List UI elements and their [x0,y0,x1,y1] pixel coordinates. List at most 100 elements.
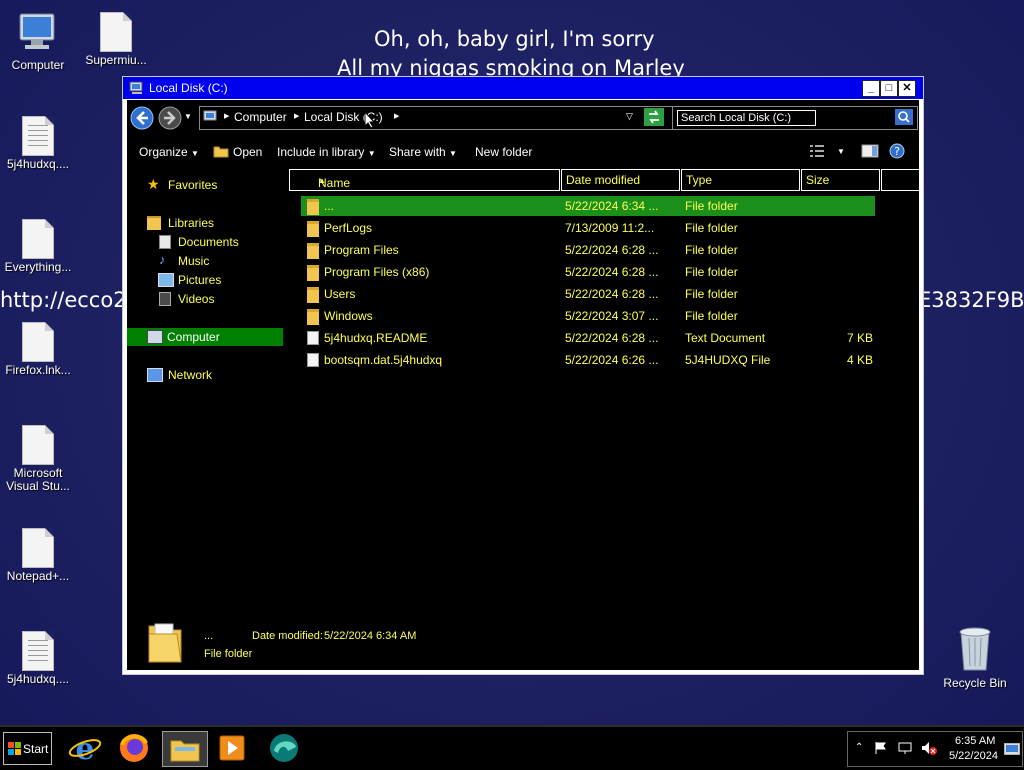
column-header-size[interactable]: Size [801,169,880,191]
file-icon [307,353,319,367]
help-icon[interactable]: ? [889,143,905,159]
table-row[interactable]: Windows 5/22/2024 3:07 ... File folder [301,306,875,326]
nav-computer[interactable]: Computer [127,328,283,346]
recent-pages-chevron-icon[interactable]: ▼ [184,112,192,121]
pictures-icon [158,273,174,287]
file-icon [22,425,54,465]
desktop-icon-supermium[interactable]: Supermiu... [74,12,158,67]
mouse-cursor-icon [364,111,376,129]
desktop-icon-visual-studio[interactable]: Microsoft Visual Stu... [0,425,80,493]
text-file-icon [307,331,319,345]
column-header-date[interactable]: Date modified [561,169,680,191]
music-note-icon: ♪ [159,252,166,267]
desktop-icon-label-line2: Visual Stu... [6,479,70,493]
chevron-right-icon[interactable]: ▶ [224,112,229,120]
internet-explorer-icon[interactable]: e [67,731,103,765]
desktop-icon-notepad[interactable]: Notepad+... [0,528,80,583]
network-icon[interactable] [898,741,912,755]
start-button[interactable]: Start [3,732,52,765]
close-button[interactable]: ✕ [898,80,916,97]
search-icon[interactable] [895,109,913,125]
show-desktop-icon[interactable] [1004,743,1020,755]
file-type: Text Document [685,331,766,345]
nav-libraries[interactable]: Libraries [127,214,287,232]
clock-time[interactable]: 6:35 AM [955,735,995,747]
organize-button[interactable]: Organize ▼ [139,145,199,159]
file-date: 5/22/2024 6:28 ... [565,287,659,301]
table-row[interactable]: ... 5/22/2024 6:34 ... File folder [301,196,875,216]
nav-favorites[interactable]: ★ Favorites [127,176,287,194]
desktop-icon-firefox[interactable]: Firefox.lnk... [0,322,80,377]
address-bar[interactable]: ▶ Computer ▶ Local Disk (C:) ▶ ▽ [199,106,697,130]
taskbar-explorer-button[interactable] [162,731,208,767]
folder-icon [307,287,319,303]
computer-icon [19,13,55,49]
desktop-icon-recycle-bin[interactable]: Recycle Bin [933,624,1017,690]
nav-music[interactable]: ♪ Music [127,252,287,270]
nav-videos[interactable]: Videos [127,290,287,308]
share-label: Share with [389,145,446,159]
desktop-icon-readme-2[interactable]: 5j4hudxq.... [0,631,80,686]
open-button[interactable]: Open [233,145,262,159]
folder-icon [307,221,319,237]
file-name: Program Files [324,243,399,257]
column-header-type[interactable]: Type [681,169,800,191]
table-row[interactable]: Program Files (x86) 5/22/2024 6:28 ... F… [301,262,875,282]
address-dropdown-icon[interactable]: ▽ [626,111,633,122]
chevron-down-icon: ▼ [367,149,376,158]
view-options-icon[interactable] [809,144,825,158]
window-titlebar[interactable]: Local Disk (C:) _ □ ✕ [123,77,923,99]
nav-documents[interactable]: Documents [127,233,287,251]
file-list: Name ▲ Date modified Type Size ... 5/22/… [289,164,920,604]
clock-date[interactable]: 5/22/2024 [949,750,998,762]
new-folder-button[interactable]: New folder [475,145,532,159]
svg-text:?: ? [894,145,900,158]
desktop-icon-computer[interactable]: Computer [0,10,80,72]
breadcrumb-computer[interactable]: Computer [234,110,287,124]
desktop-icon-label: Firefox.lnk... [5,363,71,377]
table-row[interactable]: PerfLogs 7/13/2009 11:2... File folder [301,218,875,238]
forward-arrow-icon[interactable] [158,106,182,130]
volume-muted-icon[interactable] [921,741,937,755]
file-type: File folder [685,287,738,301]
view-chevron-down-icon[interactable]: ▼ [837,147,845,156]
nav-pictures[interactable]: Pictures [127,271,287,289]
details-date-label: Date modified: [252,630,323,642]
search-box[interactable]: Search Local Disk (C:) [672,106,918,130]
browser-logo-icon[interactable] [266,731,302,765]
nav-label: Pictures [178,273,222,287]
table-row[interactable]: 5j4hudxq.README 5/22/2024 6:28 ... Text … [301,328,875,348]
chevron-right-icon[interactable]: ▶ [394,112,399,120]
table-row[interactable]: Users 5/22/2024 6:28 ... File folder [301,284,875,304]
refresh-icon[interactable] [644,108,664,126]
file-type: File folder [685,265,738,279]
media-player-icon[interactable] [214,731,250,765]
system-tray: ⌃ 6:35 AM 5/22/2024 [847,731,1023,767]
desktop-icon-label: Computer [11,58,65,72]
search-input[interactable]: Search Local Disk (C:) [677,110,816,126]
table-row[interactable]: bootsqm.dat.5j4hudxq 5/22/2024 6:26 ... … [301,350,875,370]
column-header-empty[interactable] [881,169,920,191]
flag-icon[interactable] [874,741,888,755]
nav-network[interactable]: Network [127,366,287,384]
desktop-icon-readme-1[interactable]: 5j4hudxq.... [0,116,80,171]
chevron-right-icon[interactable]: ▶ [294,112,299,120]
nav-label: Favorites [168,178,218,192]
preview-pane-icon[interactable] [861,144,879,158]
column-header-name[interactable]: Name ▲ [289,169,560,191]
table-row[interactable]: Program Files 5/22/2024 6:28 ... File fo… [301,240,875,260]
desktop-icon-everything[interactable]: Everything... [0,219,80,274]
include-in-library-button[interactable]: Include in library ▼ [277,145,376,159]
share-with-button[interactable]: Share with ▼ [389,145,457,159]
maximize-button[interactable]: □ [880,80,898,97]
file-type: File folder [685,199,738,213]
file-date: 5/22/2024 6:28 ... [565,243,659,257]
show-hidden-icons-chevron-icon[interactable]: ⌃ [855,742,863,753]
file-size: 4 KB [846,353,873,367]
firefox-icon[interactable] [116,731,152,765]
folder-icon [307,309,319,325]
minimize-button[interactable]: _ [862,80,880,97]
file-name: Users [324,287,356,301]
back-arrow-icon[interactable] [130,106,154,130]
explorer-window[interactable]: Local Disk (C:) _ □ ✕ ▼ ▶ Computer ▶ Loc… [122,76,924,675]
